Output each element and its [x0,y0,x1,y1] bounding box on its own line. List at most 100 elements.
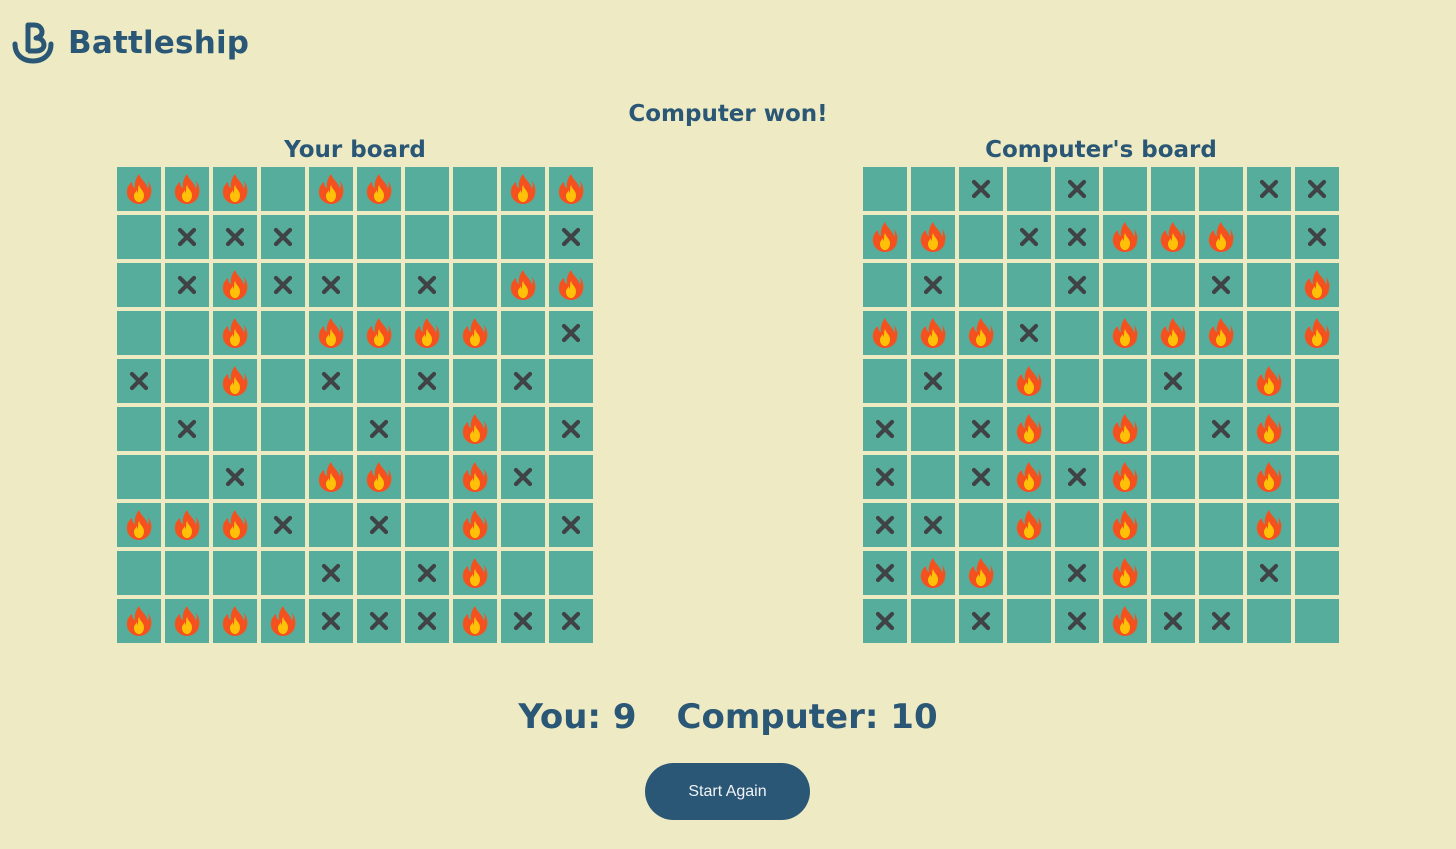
player-board-cell[interactable] [549,503,593,547]
player-board-cell[interactable] [309,503,353,547]
computer-board-cell[interactable] [959,311,1003,355]
player-board-cell[interactable] [117,359,161,403]
computer-board-cell[interactable] [1055,311,1099,355]
computer-board-cell[interactable] [1103,167,1147,211]
computer-board-cell[interactable] [1055,167,1099,211]
player-board-cell[interactable] [261,311,305,355]
computer-board-cell[interactable] [863,599,907,643]
player-board-cell[interactable] [405,407,449,451]
computer-board-cell[interactable] [1151,215,1195,259]
player-board-cell[interactable] [501,311,545,355]
player-board-cell[interactable] [357,167,401,211]
computer-board-cell[interactable] [1007,455,1051,499]
player-board-cell[interactable] [357,551,401,595]
player-board-cell[interactable] [501,359,545,403]
player-board-cell[interactable] [453,215,497,259]
computer-board-cell[interactable] [1295,215,1339,259]
computer-board-cell[interactable] [1199,599,1243,643]
player-board-cell[interactable] [501,167,545,211]
computer-board-cell[interactable] [1199,215,1243,259]
computer-board-cell[interactable] [1151,263,1195,307]
computer-board-cell[interactable] [863,311,907,355]
player-board-cell[interactable] [165,311,209,355]
player-board-cell[interactable] [453,455,497,499]
player-board-cell[interactable] [117,263,161,307]
player-board-cell[interactable] [117,215,161,259]
computer-board-cell[interactable] [1199,311,1243,355]
player-board-cell[interactable] [165,503,209,547]
computer-board-cell[interactable] [1103,455,1147,499]
player-board-cell[interactable] [309,311,353,355]
computer-board-cell[interactable] [1247,263,1291,307]
computer-board-cell[interactable] [1199,359,1243,403]
computer-board-cell[interactable] [1295,407,1339,451]
computer-board-cell[interactable] [1247,407,1291,451]
computer-board-cell[interactable] [959,263,1003,307]
computer-board-cell[interactable] [959,359,1003,403]
player-board-cell[interactable] [309,455,353,499]
computer-board-cell[interactable] [1055,215,1099,259]
player-board-cell[interactable] [213,215,257,259]
computer-board-cell[interactable] [1247,167,1291,211]
computer-board-cell[interactable] [1055,599,1099,643]
computer-board-cell[interactable] [911,551,955,595]
player-board-cell[interactable] [309,263,353,307]
computer-board-cell[interactable] [1151,359,1195,403]
player-board-cell[interactable] [309,167,353,211]
player-board-cell[interactable] [165,263,209,307]
player-board-cell[interactable] [165,407,209,451]
player-board-cell[interactable] [261,359,305,403]
player-board-cell[interactable] [405,455,449,499]
player-board-cell[interactable] [405,167,449,211]
computer-board-cell[interactable] [959,455,1003,499]
player-board-cell[interactable] [357,407,401,451]
computer-board-cell[interactable] [1247,599,1291,643]
computer-board-cell[interactable] [1151,311,1195,355]
player-board-cell[interactable] [405,359,449,403]
computer-board-cell[interactable] [959,599,1003,643]
player-board-cell[interactable] [117,455,161,499]
computer-board-cell[interactable] [959,167,1003,211]
player-board-cell[interactable] [309,551,353,595]
player-board-cell[interactable] [453,551,497,595]
player-board-cell[interactable] [309,359,353,403]
player-board-cell[interactable] [117,503,161,547]
start-again-button[interactable]: Start Again [645,763,810,820]
player-board-cell[interactable] [357,311,401,355]
computer-board-cell[interactable] [911,311,955,355]
player-board-cell[interactable] [213,455,257,499]
computer-board-cell[interactable] [1199,263,1243,307]
computer-board-cell[interactable] [1007,215,1051,259]
player-board-cell[interactable] [309,599,353,643]
player-board-cell[interactable] [501,407,545,451]
player-board-cell[interactable] [453,167,497,211]
computer-board-cell[interactable] [1007,167,1051,211]
computer-board-cell[interactable] [1007,311,1051,355]
computer-board-cell[interactable] [1295,359,1339,403]
computer-board-cell[interactable] [1295,263,1339,307]
computer-board-cell[interactable] [1295,503,1339,547]
computer-board-cell[interactable] [863,503,907,547]
computer-board-cell[interactable] [863,167,907,211]
player-board-cell[interactable] [165,167,209,211]
computer-board-cell[interactable] [1103,311,1147,355]
computer-board-cell[interactable] [1247,359,1291,403]
player-board-cell[interactable] [549,167,593,211]
player-board-cell[interactable] [357,455,401,499]
player-board-cell[interactable] [357,359,401,403]
player-board-cell[interactable] [213,407,257,451]
computer-board-cell[interactable] [1055,263,1099,307]
computer-board-cell[interactable] [1055,407,1099,451]
computer-board-cell[interactable] [1247,503,1291,547]
player-board-cell[interactable] [405,215,449,259]
player-board-cell[interactable] [453,263,497,307]
computer-board-cell[interactable] [1007,359,1051,403]
computer-board-cell[interactable] [959,551,1003,595]
computer-board-cell[interactable] [1103,599,1147,643]
computer-board-cell[interactable] [1103,407,1147,451]
computer-board-cell[interactable] [1007,503,1051,547]
player-board-cell[interactable] [213,599,257,643]
computer-board-cell[interactable] [959,215,1003,259]
player-board-cell[interactable] [549,551,593,595]
computer-board-cell[interactable] [911,263,955,307]
